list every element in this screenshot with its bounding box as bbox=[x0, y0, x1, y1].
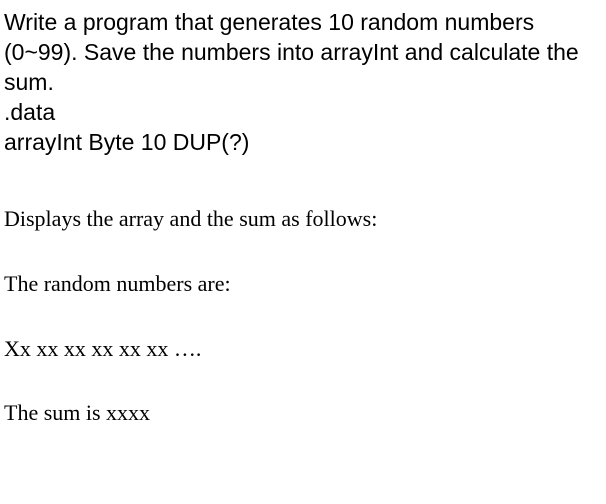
problem-statement: Write a program that generates 10 random… bbox=[4, 8, 602, 157]
expected-output: Displays the array and the sum as follow… bbox=[4, 205, 602, 427]
numbers-label: The random numbers are: bbox=[4, 270, 602, 299]
problem-description: Write a program that generates 10 random… bbox=[4, 8, 602, 98]
data-section-label: .data bbox=[4, 98, 602, 128]
output-heading: Displays the array and the sum as follow… bbox=[4, 205, 602, 234]
sum-label: The sum is xxxx bbox=[4, 399, 602, 428]
array-declaration: arrayInt Byte 10 DUP(?) bbox=[4, 128, 602, 158]
numbers-placeholder: Xx xx xx xx xx xx …. bbox=[4, 335, 602, 364]
